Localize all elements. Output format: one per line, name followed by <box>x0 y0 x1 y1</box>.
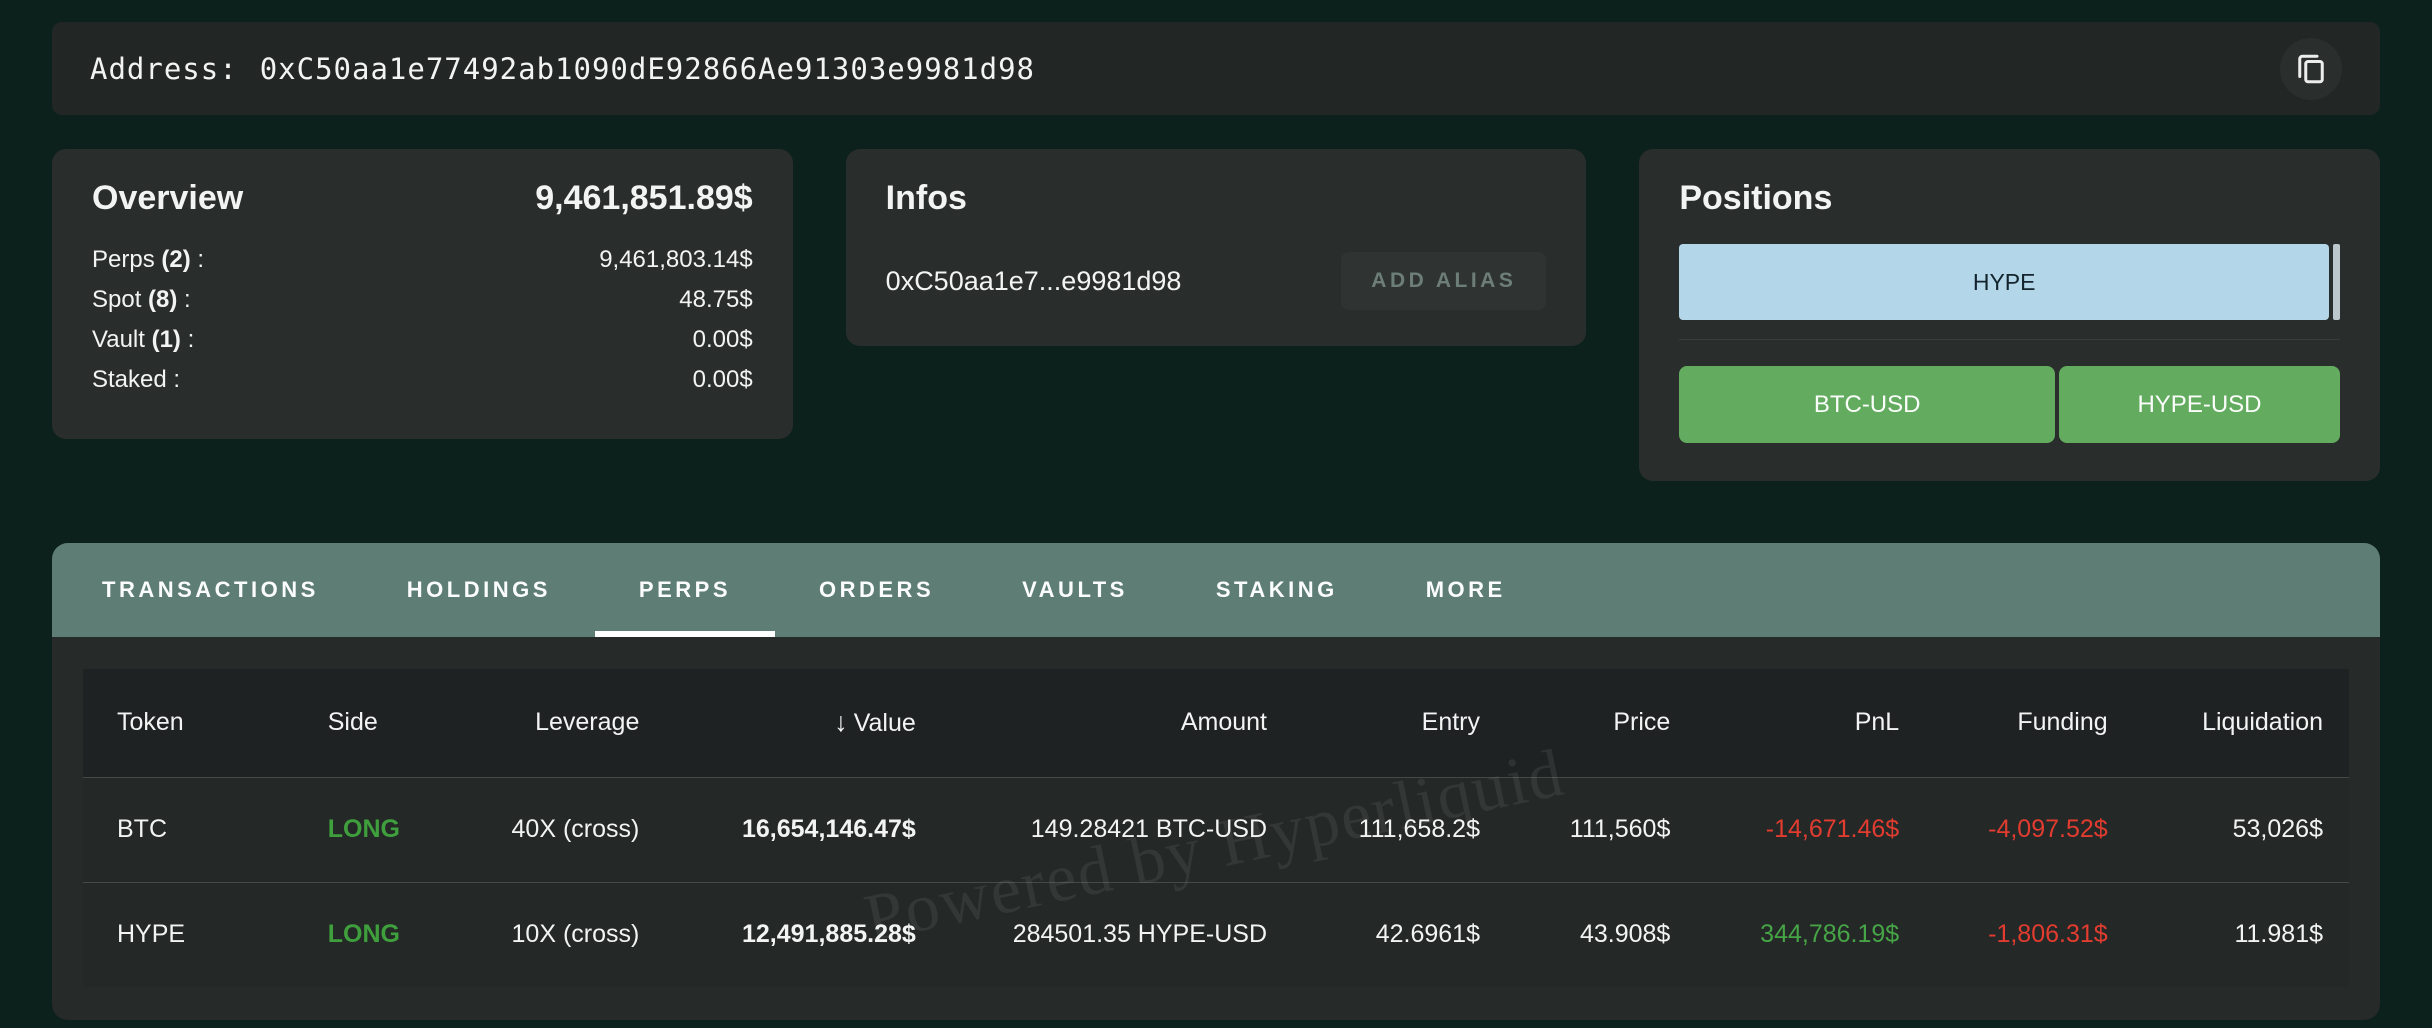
cell-liquidation: 53,026$ <box>2134 777 2349 882</box>
row-count: (1) <box>152 326 181 353</box>
cell-leverage: 40X (cross) <box>418 777 665 882</box>
summary-cards: Overview 9,461,851.89$ Perps (2) : 9,461… <box>52 149 2380 481</box>
copy-address-button[interactable] <box>2280 38 2342 100</box>
row-colon: : <box>191 246 204 273</box>
positions-divider <box>1679 339 2340 340</box>
cell-leverage: 10X (cross) <box>418 882 665 987</box>
cell-price: 43.908$ <box>1506 882 1696 987</box>
col-entry[interactable]: Entry <box>1293 669 1506 777</box>
row-count: (8) <box>148 286 177 313</box>
perp-segment-btc-usd[interactable]: BTC-USD <box>1679 366 2055 443</box>
row-colon: : <box>167 366 180 393</box>
cell-pnl: -14,671.46$ <box>1696 777 1925 882</box>
cell-entry: 42.6961$ <box>1293 882 1506 987</box>
infos-title: Infos <box>886 179 1547 218</box>
cell-token: BTC <box>83 777 294 882</box>
overview-card: Overview 9,461,851.89$ Perps (2) : 9,461… <box>52 149 793 439</box>
cell-entry: 111,658.2$ <box>1293 777 1506 882</box>
overview-row-staked: Staked : 0.00$ <box>92 360 753 400</box>
sort-desc-icon: ↓ <box>834 707 848 738</box>
tab-orders[interactable]: ORDERS <box>775 543 978 637</box>
tab-transactions[interactable]: TRANSACTIONS <box>58 543 363 637</box>
short-address: 0xC50aa1e7...e9981d98 <box>886 266 1182 297</box>
cell-side: LONG <box>294 882 419 987</box>
row-label: Vault <box>92 326 145 353</box>
positions-card: Positions HYPE BTC-USD HYPE-USD <box>1639 149 2380 481</box>
positions-title: Positions <box>1679 179 2340 218</box>
tab-perps[interactable]: PERPS <box>595 543 775 637</box>
cell-amount: 149.28421 BTC-USD <box>942 777 1293 882</box>
tab-bar: TRANSACTIONS HOLDINGS PERPS ORDERS VAULT… <box>52 543 2380 637</box>
row-value: 48.75$ <box>679 286 752 314</box>
perp-segment-hype-usd[interactable]: HYPE-USD <box>2059 366 2340 443</box>
address-bar: Address: 0xC50aa1e77492ab1090dE92866Ae91… <box>52 22 2380 115</box>
tab-holdings[interactable]: HOLDINGS <box>363 543 595 637</box>
copy-icon <box>2293 51 2329 87</box>
col-pnl[interactable]: PnL <box>1696 669 1925 777</box>
col-value-label: Value <box>854 709 916 737</box>
spot-segment-other[interactable] <box>2333 244 2340 320</box>
tab-more[interactable]: MORE <box>1382 543 1550 637</box>
overview-title: Overview <box>92 179 243 218</box>
tab-staking[interactable]: STAKING <box>1172 543 1382 637</box>
col-liquidation[interactable]: Liquidation <box>2134 669 2349 777</box>
cell-liquidation: 11.981$ <box>2134 882 2349 987</box>
cell-value: 16,654,146.47$ <box>665 777 941 882</box>
cell-price: 111,560$ <box>1506 777 1696 882</box>
cell-value: 12,491,885.28$ <box>665 882 941 987</box>
row-label: Perps <box>92 246 155 273</box>
table-row-hype[interactable]: HYPE LONG 10X (cross) 12,491,885.28$ 284… <box>83 882 2349 987</box>
row-colon: : <box>177 286 190 313</box>
col-amount[interactable]: Amount <box>942 669 1293 777</box>
perps-table: Token Side Leverage ↓Value Amount Entry … <box>83 669 2349 987</box>
add-alias-button[interactable]: ADD ALIAS <box>1341 252 1546 310</box>
row-colon: : <box>181 326 194 353</box>
row-value: 9,461,803.14$ <box>599 246 752 274</box>
tab-vaults[interactable]: VAULTS <box>978 543 1172 637</box>
cell-funding: -4,097.52$ <box>1925 777 2133 882</box>
col-side[interactable]: Side <box>294 669 419 777</box>
cell-pnl: 344,786.19$ <box>1696 882 1925 987</box>
col-leverage[interactable]: Leverage <box>418 669 665 777</box>
row-value: 0.00$ <box>693 326 753 354</box>
cell-amount: 284501.35 HYPE-USD <box>942 882 1293 987</box>
cell-funding: -1,806.31$ <box>1925 882 2133 987</box>
row-label: Staked <box>92 366 167 393</box>
table-header-row: Token Side Leverage ↓Value Amount Entry … <box>83 669 2349 777</box>
spot-positions-bar: HYPE <box>1679 244 2340 320</box>
overview-row-perps: Perps (2) : 9,461,803.14$ <box>92 240 753 280</box>
overview-row-spot: Spot (8) : 48.75$ <box>92 280 753 320</box>
address-value: 0xC50aa1e77492ab1090dE92866Ae91303e9981d… <box>260 52 1035 86</box>
overview-rows: Perps (2) : 9,461,803.14$ Spot (8) : 48.… <box>92 240 753 400</box>
col-token[interactable]: Token <box>83 669 294 777</box>
overview-total: 9,461,851.89$ <box>535 179 752 218</box>
col-funding[interactable]: Funding <box>1925 669 2133 777</box>
spot-segment-hype[interactable]: HYPE <box>1679 244 2329 320</box>
cell-side: LONG <box>294 777 419 882</box>
row-label: Spot <box>92 286 141 313</box>
overview-row-vault: Vault (1) : 0.00$ <box>92 320 753 360</box>
col-price[interactable]: Price <box>1506 669 1696 777</box>
perp-positions-bar: BTC-USD HYPE-USD <box>1679 366 2340 443</box>
col-value[interactable]: ↓Value <box>665 669 941 777</box>
infos-card: Infos 0xC50aa1e7...e9981d98 ADD ALIAS <box>846 149 1587 346</box>
table-row-btc[interactable]: BTC LONG 40X (cross) 16,654,146.47$ 149.… <box>83 777 2349 882</box>
row-count: (2) <box>161 246 190 273</box>
details-section: TRANSACTIONS HOLDINGS PERPS ORDERS VAULT… <box>52 543 2380 1020</box>
address-label: Address: <box>90 52 238 86</box>
cell-token: HYPE <box>83 882 294 987</box>
row-value: 0.00$ <box>693 366 753 394</box>
perps-panel: Token Side Leverage ↓Value Amount Entry … <box>52 637 2380 987</box>
page: Address: 0xC50aa1e77492ab1090dE92866Ae91… <box>0 0 2432 1028</box>
